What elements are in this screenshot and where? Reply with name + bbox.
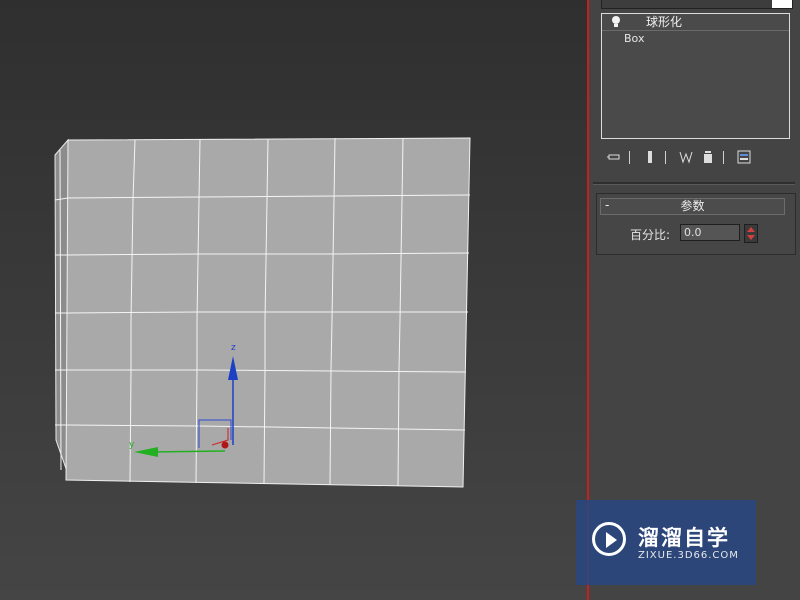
lightbulb-icon[interactable] <box>612 16 620 27</box>
show-end-result-icon[interactable] <box>643 150 657 164</box>
stack-item-spherify[interactable]: 球形化 <box>602 14 789 31</box>
configure-modifier-sets-icon[interactable] <box>737 150 751 164</box>
make-unique-icon[interactable] <box>679 150 693 164</box>
object-color-swatch[interactable] <box>772 0 792 8</box>
spinner-up-icon[interactable] <box>747 227 755 232</box>
parameters-rollout-header[interactable]: - 参数 <box>600 198 785 215</box>
toolbar-separator <box>665 151 666 164</box>
percent-spinner[interactable] <box>744 224 758 243</box>
gizmo-center[interactable] <box>221 441 229 449</box>
stack-item-label: 球形化 <box>646 15 683 29</box>
modifier-stack-list[interactable]: 球形化 Box <box>601 13 790 139</box>
percent-input[interactable] <box>680 224 740 241</box>
stack-item-label: Box <box>624 32 645 45</box>
collapse-toggle[interactable]: - <box>605 198 609 213</box>
object-name-field[interactable] <box>601 0 793 9</box>
box-wireframe: z y <box>54 137 471 488</box>
stack-item-box[interactable]: Box <box>602 31 789 47</box>
spinner-down-icon[interactable] <box>747 235 755 240</box>
panel-divider <box>593 182 795 185</box>
toolbar-separator <box>723 151 724 164</box>
rollout-title: 参数 <box>680 199 705 213</box>
watermark: 溜溜自学 ZIXUE.3D66.COM <box>576 500 756 585</box>
watermark-title: 溜溜自学 <box>638 526 730 550</box>
percent-label: 百分比: <box>630 228 671 242</box>
toolbar-separator <box>629 151 630 164</box>
y-axis-label: y <box>129 440 135 450</box>
parameters-rollout: - 参数 百分比: <box>596 193 796 255</box>
z-axis-label: z <box>231 343 236 353</box>
play-logo-icon <box>592 522 626 556</box>
pin-stack-icon[interactable] <box>607 150 621 164</box>
modifier-stack-toolbar <box>603 150 783 166</box>
remove-modifier-icon[interactable] <box>701 150 715 164</box>
watermark-subtitle: ZIXUE.3D66.COM <box>638 550 739 561</box>
y-axis-line[interactable] <box>149 450 226 453</box>
perspective-viewport[interactable]: z y <box>0 0 587 600</box>
